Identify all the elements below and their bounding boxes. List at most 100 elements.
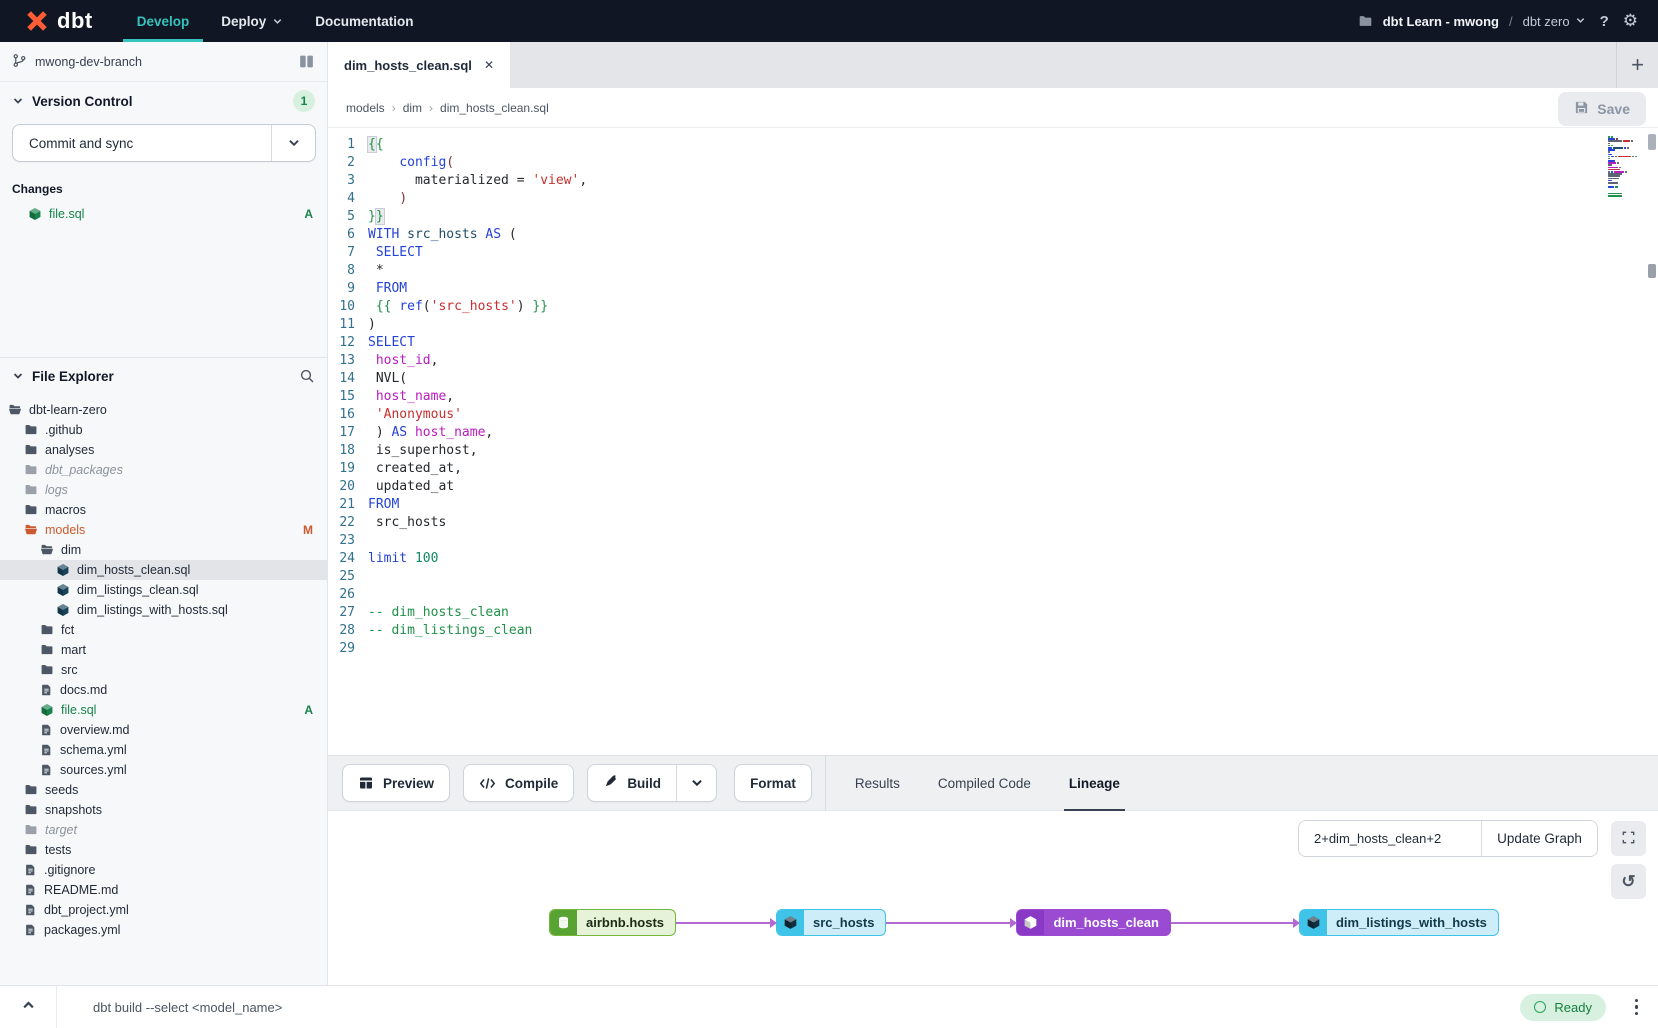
scrollbar-handle[interactable] xyxy=(1648,134,1656,150)
tree-item-README.md[interactable]: README.md xyxy=(0,880,327,900)
lineage-selector-input[interactable] xyxy=(1299,821,1481,856)
close-icon[interactable]: ✕ xyxy=(484,58,494,72)
tree-item-analyses[interactable]: analyses xyxy=(0,440,327,460)
lineage-node-dim_listings_with_hosts[interactable]: dim_listings_with_hosts xyxy=(1299,909,1499,936)
build-button[interactable]: Build xyxy=(588,765,676,801)
code-line[interactable]: 1{{ xyxy=(328,136,1658,154)
tree-item-docs.md[interactable]: docs.md xyxy=(0,680,327,700)
tree-item-src[interactable]: src xyxy=(0,660,327,680)
build-options-caret[interactable] xyxy=(676,765,716,801)
code-line[interactable]: 10 {{ ref('src_hosts') }} xyxy=(328,298,1658,316)
tree-item-macros[interactable]: macros xyxy=(0,500,327,520)
compile-button[interactable]: Compile xyxy=(463,764,574,802)
code-line[interactable]: 14 NVL( xyxy=(328,370,1658,388)
tree-item-schema.yml[interactable]: schema.yml xyxy=(0,740,327,760)
nav-item-documentation[interactable]: Documentation xyxy=(299,0,429,42)
code-line[interactable]: 11) xyxy=(328,316,1658,334)
changed-file-row[interactable]: file.sql A xyxy=(0,202,327,226)
code-line[interactable]: 6WITH src_hosts AS ( xyxy=(328,226,1658,244)
code-line[interactable]: 12SELECT xyxy=(328,334,1658,352)
help-icon[interactable]: ? xyxy=(1596,13,1613,30)
tab-compiled-code[interactable]: Compiled Code xyxy=(919,755,1050,811)
lineage-node-dim_hosts_clean[interactable]: dim_hosts_clean xyxy=(1016,909,1171,936)
project-name[interactable]: dbt Learn - mwong xyxy=(1383,14,1499,29)
code-line[interactable]: 15 host_name, xyxy=(328,388,1658,406)
tree-item-dim_listings_clean.sql[interactable]: dim_listings_clean.sql xyxy=(0,580,327,600)
format-button[interactable]: Format xyxy=(734,764,812,802)
new-tab-button[interactable]: + xyxy=(1631,54,1644,76)
tree-item-dim_hosts_clean.sql[interactable]: dim_hosts_clean.sql xyxy=(0,560,327,580)
preview-button[interactable]: Preview xyxy=(342,764,450,802)
tree-item-overview.md[interactable]: overview.md xyxy=(0,720,327,740)
code-line[interactable]: 21FROM xyxy=(328,496,1658,514)
gear-icon[interactable]: ⚙ xyxy=(1623,11,1638,31)
minimap[interactable] xyxy=(1608,136,1640,199)
code-line[interactable]: 9 FROM xyxy=(328,280,1658,298)
breadcrumb-models[interactable]: models xyxy=(346,101,385,115)
commit-and-sync-button[interactable]: Commit and sync xyxy=(12,124,316,162)
code-line[interactable]: 4 ) xyxy=(328,190,1658,208)
version-control-header[interactable]: Version Control 1 xyxy=(0,82,327,120)
tree-item-logs[interactable]: logs xyxy=(0,480,327,500)
code-line[interactable]: 28-- dim_listings_clean xyxy=(328,622,1658,640)
nav-item-develop[interactable]: Develop xyxy=(121,0,206,42)
tree-item-fct[interactable]: fct xyxy=(0,620,327,640)
code-editor[interactable]: 1{{2 config(3 materialized = 'view',4 )5… xyxy=(328,128,1658,755)
lineage-canvas[interactable]: Update Graph ↺ airbnb.hosts src_hosts dim_… xyxy=(328,811,1658,985)
tree-item-dbt_project.yml[interactable]: dbt_project.yml xyxy=(0,900,327,920)
tree-item-dim_listings_with_hosts.sql[interactable]: dim_listings_with_hosts.sql xyxy=(0,600,327,620)
code-line[interactable]: 7 SELECT xyxy=(328,244,1658,262)
scrollbar-handle[interactable] xyxy=(1648,264,1656,278)
columns-icon[interactable] xyxy=(298,53,315,70)
code-line[interactable]: 19 created_at, xyxy=(328,460,1658,478)
code-line[interactable]: 25 xyxy=(328,568,1658,586)
code-line[interactable]: 22 src_hosts xyxy=(328,514,1658,532)
file-explorer-header[interactable]: File Explorer xyxy=(0,358,327,394)
code-line[interactable]: 23 xyxy=(328,532,1658,550)
code-line[interactable]: 17 ) AS host_name, xyxy=(328,424,1658,442)
tree-item-.gitignore[interactable]: .gitignore xyxy=(0,860,327,880)
tree-item-dbt_packages[interactable]: dbt_packages xyxy=(0,460,327,480)
editor-tab-dim-hosts-clean[interactable]: dim_hosts_clean.sql ✕ xyxy=(328,42,510,88)
kebab-menu-icon[interactable] xyxy=(1631,995,1643,1020)
code-line[interactable]: 24limit 100 xyxy=(328,550,1658,568)
code-line[interactable]: 3 materialized = 'view', xyxy=(328,172,1658,190)
code-line[interactable]: 27-- dim_hosts_clean xyxy=(328,604,1658,622)
save-button[interactable]: Save xyxy=(1558,92,1646,126)
code-line[interactable]: 16 'Anonymous' xyxy=(328,406,1658,424)
code-line[interactable]: 5}} xyxy=(328,208,1658,226)
lineage-node-src_hosts[interactable]: src_hosts xyxy=(776,909,886,936)
code-line[interactable]: 26 xyxy=(328,586,1658,604)
reset-view-button[interactable]: ↺ xyxy=(1611,864,1646,899)
search-icon[interactable] xyxy=(299,368,315,384)
environment-selector[interactable]: dbt zero xyxy=(1523,14,1586,29)
code-line[interactable]: 8 * xyxy=(328,262,1658,280)
command-input[interactable]: dbt build --select <model_name> xyxy=(93,1000,282,1015)
tree-item-dbt-learn-zero[interactable]: dbt-learn-zero xyxy=(0,400,327,420)
tab-results[interactable]: Results xyxy=(836,755,919,811)
tree-item-target[interactable]: target xyxy=(0,820,327,840)
nav-item-deploy[interactable]: Deploy xyxy=(205,0,299,42)
tree-item-sources.yml[interactable]: sources.yml xyxy=(0,760,327,780)
commit-options-caret[interactable] xyxy=(271,125,315,161)
tree-item-tests[interactable]: tests xyxy=(0,840,327,860)
tab-lineage[interactable]: Lineage xyxy=(1050,755,1139,811)
update-graph-button[interactable]: Update Graph xyxy=(1481,821,1597,856)
lineage-node-airbnb.hosts[interactable]: airbnb.hosts xyxy=(549,909,676,936)
tree-item-dim[interactable]: dim xyxy=(0,540,327,560)
tree-item-file.sql[interactable]: file.sqlA xyxy=(0,700,327,720)
status-badge[interactable]: Ready xyxy=(1520,994,1606,1021)
tree-item-packages.yml[interactable]: packages.yml xyxy=(0,920,327,940)
code-line[interactable]: 20 updated_at xyxy=(328,478,1658,496)
tree-item-seeds[interactable]: seeds xyxy=(0,780,327,800)
breadcrumb-dim[interactable]: dim xyxy=(403,101,422,115)
breadcrumb-file[interactable]: dim_hosts_clean.sql xyxy=(440,101,549,115)
code-line[interactable]: 18 is_superhost, xyxy=(328,442,1658,460)
expand-command-bar-button[interactable] xyxy=(0,986,56,1028)
code-line[interactable]: 13 host_id, xyxy=(328,352,1658,370)
tree-item-snapshots[interactable]: snapshots xyxy=(0,800,327,820)
tree-item-models[interactable]: modelsM xyxy=(0,520,327,540)
tree-item-mart[interactable]: mart xyxy=(0,640,327,660)
code-line[interactable]: 29 xyxy=(328,640,1658,658)
code-line[interactable]: 2 config( xyxy=(328,154,1658,172)
